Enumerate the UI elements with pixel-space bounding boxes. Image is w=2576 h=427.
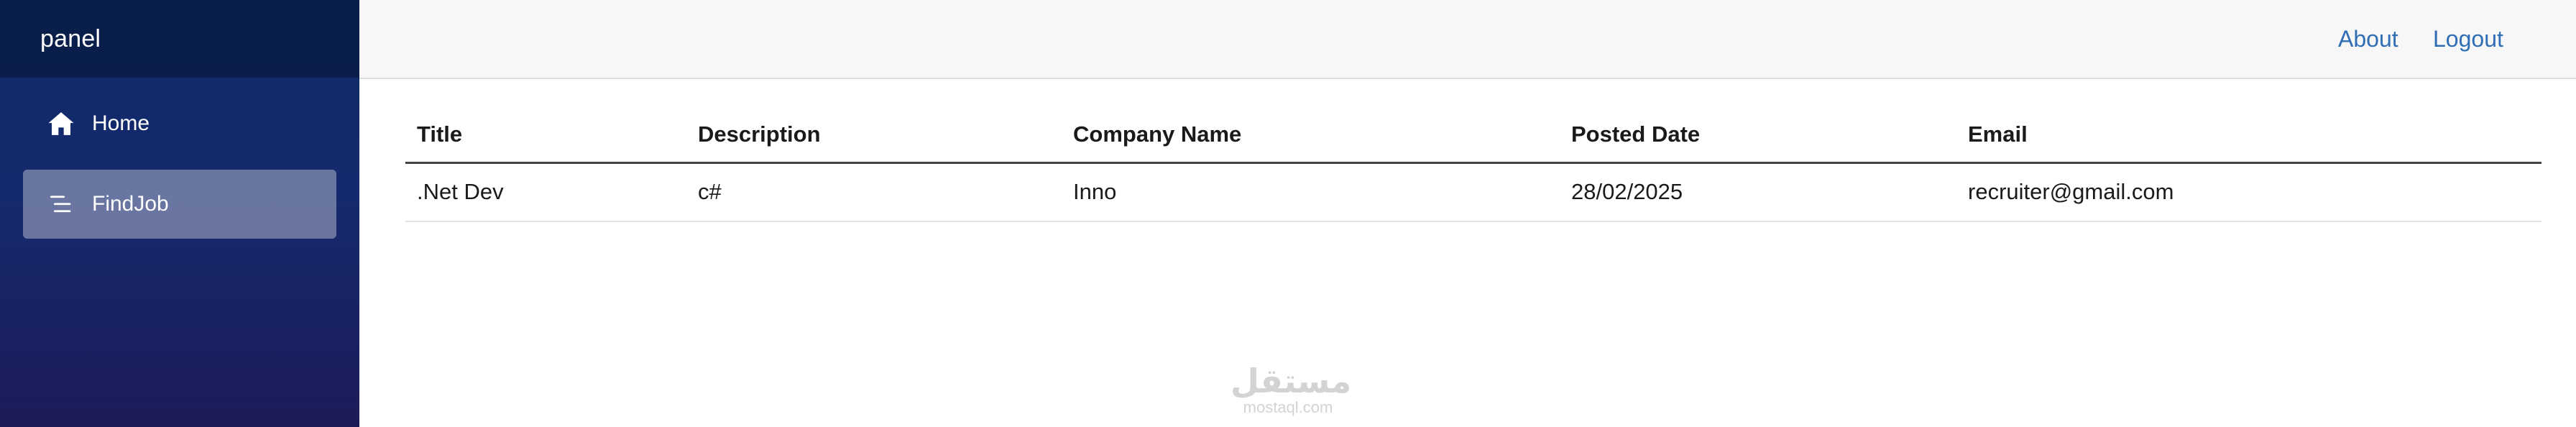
table-row[interactable]: .Net Dev c# Inno 28/02/2025 recruiter@gm… xyxy=(405,162,2542,222)
column-header-company-name: Company Name xyxy=(1062,108,1560,164)
cell-description: c# xyxy=(686,162,1062,222)
cell-email: recruiter@gmail.com xyxy=(1956,162,2542,222)
sidebar-item-label: FindJob xyxy=(92,192,169,216)
watermark-latin-text: mostaql.com xyxy=(1243,398,1333,416)
sidebar-item-findjob[interactable]: FindJob xyxy=(23,170,336,239)
cell-title: .Net Dev xyxy=(405,162,686,222)
table-header-row: Title Description Company Name Posted Da… xyxy=(405,108,2542,164)
sidebar-brand-bar: panel xyxy=(0,0,359,78)
column-header-description: Description xyxy=(686,108,1062,164)
sidebar-item-home[interactable]: Home xyxy=(23,89,336,158)
column-header-email: Email xyxy=(1956,108,2542,164)
sidebar-item-label: Home xyxy=(92,111,150,135)
jobs-table: Title Description Company Name Posted Da… xyxy=(405,108,2542,222)
cell-posted-date: 28/02/2025 xyxy=(1560,162,1956,222)
top-bar: About Logout xyxy=(359,0,2576,79)
watermark-arabic-text: مستقل xyxy=(1230,362,1352,400)
home-icon xyxy=(45,107,78,140)
list-icon xyxy=(45,188,78,221)
watermark: مستقل mostaql.com xyxy=(1230,362,1352,416)
sidebar-nav: Home FindJob xyxy=(0,78,359,239)
logout-link[interactable]: Logout xyxy=(2433,0,2503,78)
cell-company-name: Inno xyxy=(1062,162,1560,222)
main-content: Title Description Company Name Posted Da… xyxy=(405,108,2542,222)
brand-title[interactable]: panel xyxy=(40,25,101,53)
column-header-title: Title xyxy=(405,108,686,164)
column-header-posted-date: Posted Date xyxy=(1560,108,1956,164)
about-link[interactable]: About xyxy=(2338,0,2398,78)
sidebar: panel Home FindJob xyxy=(0,0,359,427)
app-window: panel Home FindJob About Logout Title De… xyxy=(0,0,2576,427)
